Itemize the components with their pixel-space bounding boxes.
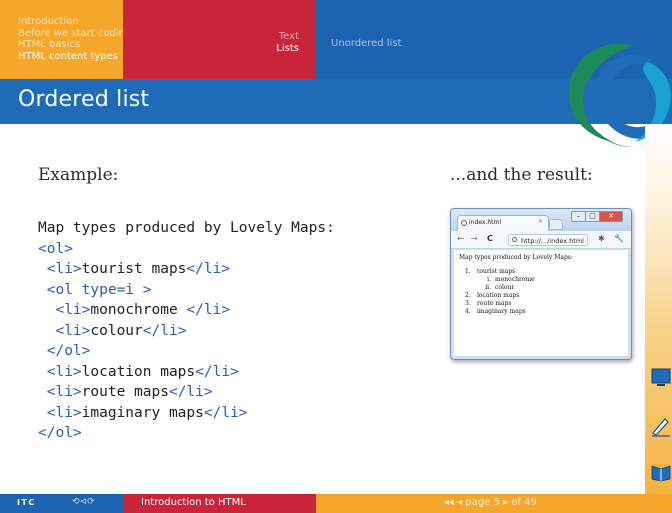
code-line: <ol type=i > [46, 281, 152, 298]
browser-toolbar: ← → C http://.../index.html ✱ 🔧 [451, 231, 631, 249]
browser-list-item: 4. imaginary maps [459, 308, 628, 316]
footer-logo-area: ITC ⟲⊲⟳ [0, 494, 123, 513]
browser-tab-title: index.html [469, 219, 501, 226]
section-link-content-types[interactable]: HTML content types [18, 51, 123, 63]
new-tab-icon [549, 219, 563, 230]
page-indicator[interactable]: ◂◂ ◂ page 5 ▸ of 49 [444, 497, 537, 508]
code-line: </ol> [46, 343, 91, 359]
minimize-icon: – [571, 211, 586, 222]
tab-close-icon: × [537, 218, 543, 225]
browser-list-item: 1. tourist maps [459, 268, 628, 276]
code-line: <li>location maps</li> [46, 363, 239, 380]
browser-address-bar: http://.../index.html [508, 234, 588, 246]
section-link-before-coding[interactable]: Before we start coding [18, 28, 131, 40]
browser-page-heading: Map types produced by Lovely Maps: [459, 254, 573, 261]
list-marker: i. [487, 276, 491, 283]
list-item-text: location maps [477, 292, 520, 299]
code-line: </ol> [38, 425, 82, 441]
list-marker: ii. [485, 284, 491, 291]
pen-icon[interactable] [650, 415, 672, 437]
globe-icon [461, 220, 467, 226]
result-label: ...and the result: [450, 165, 593, 185]
browser-list-item: 3. route maps [459, 300, 628, 308]
code-line: <li>monochrome </li> [55, 302, 231, 318]
browser-list-item: i. monochrome [459, 276, 628, 284]
code-line: Map types produced by Lovely Maps: [38, 220, 335, 236]
code-line: <li>route maps</li> [46, 384, 213, 400]
screen-icon[interactable] [650, 366, 672, 388]
code-line: <li>tourist maps</li> [46, 261, 231, 277]
frame-title: Ordered list [18, 87, 150, 112]
forward-arrow-icon: → [471, 234, 478, 243]
section-link-html-basics[interactable]: HTML basics [18, 39, 123, 51]
presentation-title: Introduction to HTML [141, 497, 246, 508]
maximize-icon: □ [585, 211, 600, 222]
subsection-link-text[interactable]: Text [123, 31, 299, 43]
subsection-link-lists[interactable]: Lists [123, 43, 299, 55]
navigation-symbols[interactable]: ⟲⊲⟳ [72, 497, 95, 507]
browser-list-item: 2. location maps [459, 292, 628, 300]
close-icon: ✕ [599, 211, 623, 222]
search-icon [512, 237, 517, 242]
section-nav: Introduction Before we start coding HTML… [0, 0, 131, 79]
list-item-text: route maps [477, 300, 512, 307]
reload-icon: C [487, 234, 493, 243]
list-marker: 4. [465, 308, 471, 315]
code-line: <li>colour</li> [55, 322, 187, 339]
browser-page-content: Map types produced by Lovely Maps: 1. tou… [454, 250, 628, 356]
itc-logo: ITC [17, 498, 36, 507]
example-label: Example: [38, 165, 119, 185]
list-item-text: monochrome [495, 276, 535, 283]
extension-icon: ✱ [598, 234, 605, 243]
code-block: Map types produced by Lovely Maps: <ol> <… [38, 218, 335, 444]
list-item-text: colour [495, 284, 515, 291]
footer-page-area: ◂◂ ◂ page 5 ▸ of 49 [316, 494, 672, 513]
list-item-text: tourist maps [477, 268, 516, 275]
back-arrow-icon: ← [457, 234, 464, 243]
book-icon[interactable] [650, 460, 672, 482]
list-marker: 2. [465, 292, 471, 299]
browser-list-item: ii. colour [459, 284, 628, 292]
list-marker: 3. [465, 300, 471, 307]
slide-footer: ITC ⟲⊲⟳ Introduction to HTML ◂◂ ◂ page 5… [0, 494, 672, 513]
code-line: <ol> [38, 240, 73, 257]
browser-window-screenshot: index.html × – □ ✕ ← → C http://.../inde… [450, 208, 632, 360]
list-marker: 1. [465, 268, 471, 275]
side-decoration-strip [645, 124, 672, 494]
footer-title-area: Introduction to HTML [123, 494, 316, 513]
browser-url-text: http://.../index.html [521, 236, 584, 245]
list-item-text: imaginary maps [477, 308, 526, 315]
wrench-icon: 🔧 [614, 234, 624, 243]
browser-tab: index.html × [457, 215, 549, 231]
section-link-introduction[interactable]: Introduction [18, 16, 123, 28]
subsection-nav: Text Lists [123, 0, 316, 79]
code-line: <li>imaginary maps</li> [46, 404, 248, 421]
